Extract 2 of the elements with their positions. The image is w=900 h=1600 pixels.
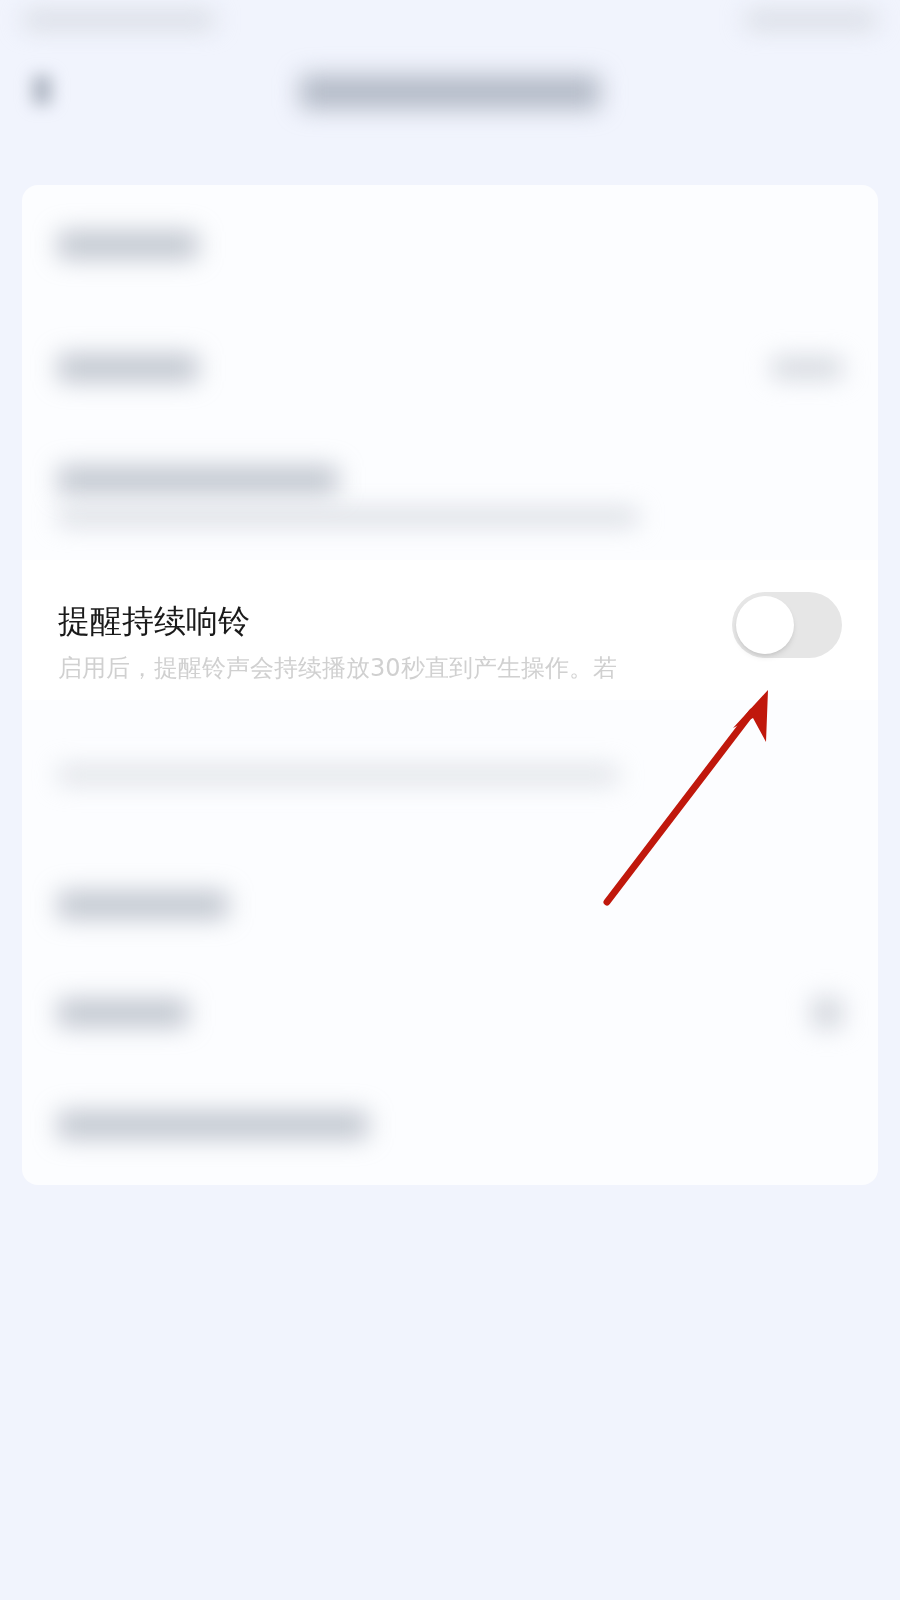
blurred-back — [32, 75, 52, 105]
setting-title: 提醒持续响铃 — [58, 601, 251, 641]
